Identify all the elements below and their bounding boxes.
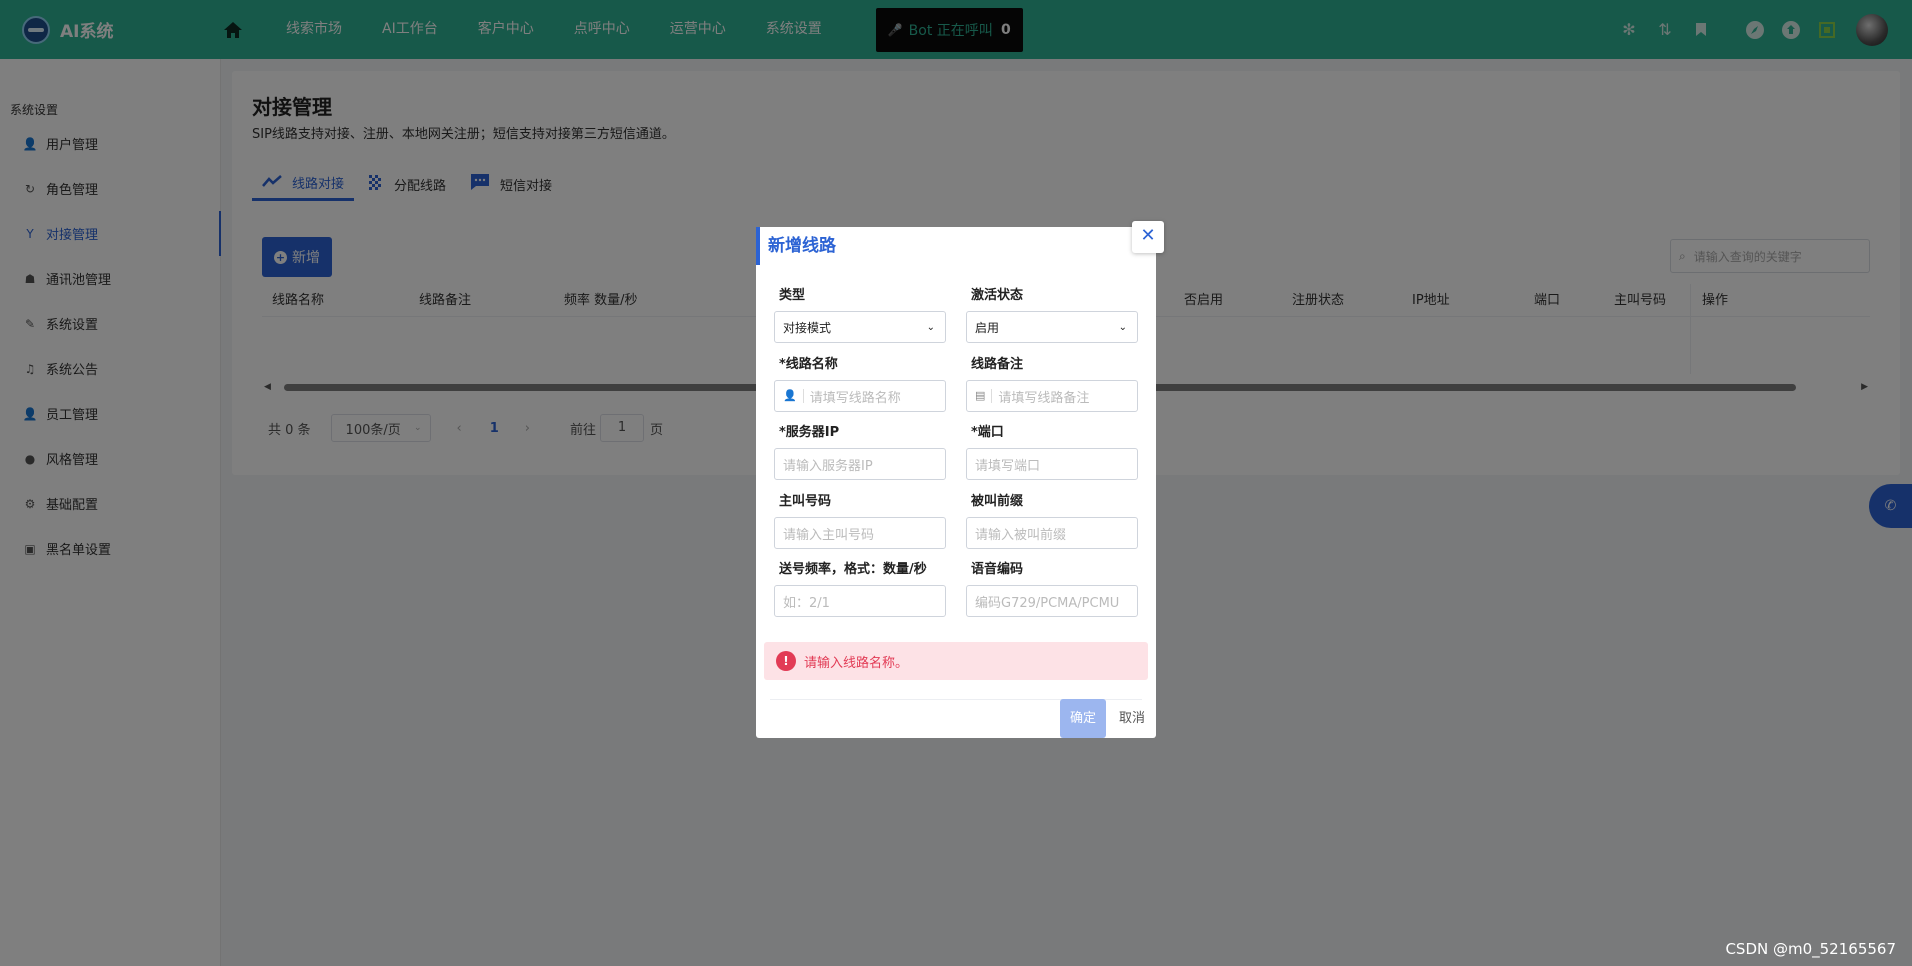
close-icon: ✕	[1140, 225, 1156, 246]
error-icon: !	[776, 651, 796, 671]
status-select[interactable]: 启用 ⌄	[966, 311, 1138, 343]
voice-codec-placeholder: 编码G729/PCMA/PCMU	[975, 595, 1120, 611]
user-icon: 👤	[783, 389, 804, 403]
status-label: 激活状态	[971, 288, 1024, 303]
error-alert: ! 请输入线路名称。	[764, 642, 1148, 680]
callee-prefix-placeholder: 请输入被叫前缀	[975, 527, 1067, 543]
send-rate-label: 送号频率，格式：数量/秒	[779, 562, 927, 577]
chevron-down-icon: ⌄	[926, 321, 935, 333]
server-ip-placeholder: 请输入服务器IP	[783, 458, 873, 474]
send-rate-input[interactable]: 如：2/1	[774, 585, 946, 617]
caller-number-placeholder: 请输入主叫号码	[783, 527, 875, 543]
callee-prefix-label: 被叫前缀	[971, 494, 1024, 509]
line-name-placeholder: 请填写线路名称	[809, 390, 901, 406]
type-label: 类型	[779, 288, 806, 303]
line-remark-input[interactable]: ▤ 请填写线路备注	[966, 380, 1138, 412]
type-select[interactable]: 对接模式 ⌄	[774, 311, 946, 343]
type-select-value: 对接模式	[783, 320, 832, 335]
cancel-button[interactable]: 取消	[1112, 699, 1152, 738]
voice-codec-input[interactable]: 编码G729/PCMA/PCMU	[966, 585, 1138, 617]
server-ip-label: *服务器IP	[779, 425, 840, 440]
close-button[interactable]: ✕	[1132, 221, 1164, 253]
server-ip-input[interactable]: 请输入服务器IP	[774, 448, 946, 480]
add-line-dialog: 新增线路 ✕ 类型 激活状态 对接模式 ⌄ 启用 ⌄ *线路名称 线路备注 👤 …	[756, 221, 1164, 738]
watermark: CSDN @m0_52165567	[1725, 940, 1896, 958]
line-name-label: *线路名称	[779, 357, 838, 372]
caller-number-label: 主叫号码	[779, 494, 832, 509]
line-remark-placeholder: 请填写线路备注	[998, 390, 1090, 406]
document-icon: ▤	[975, 389, 993, 403]
dialog-title: 新增线路	[756, 227, 1156, 265]
port-placeholder: 请填写端口	[975, 458, 1041, 474]
line-name-input[interactable]: 👤 请填写线路名称	[774, 380, 946, 412]
caller-number-input[interactable]: 请输入主叫号码	[774, 517, 946, 549]
status-select-value: 启用	[975, 320, 1000, 335]
voice-codec-label: 语音编码	[971, 562, 1024, 577]
port-input[interactable]: 请填写端口	[966, 448, 1138, 480]
callee-prefix-input[interactable]: 请输入被叫前缀	[966, 517, 1138, 549]
chevron-down-icon: ⌄	[1118, 321, 1127, 333]
send-rate-placeholder: 如：2/1	[783, 595, 830, 611]
line-remark-label: 线路备注	[971, 357, 1024, 372]
confirm-button[interactable]: 确定	[1060, 699, 1106, 738]
error-message: 请输入线路名称。	[804, 655, 909, 671]
port-label: *端口	[971, 425, 1004, 440]
